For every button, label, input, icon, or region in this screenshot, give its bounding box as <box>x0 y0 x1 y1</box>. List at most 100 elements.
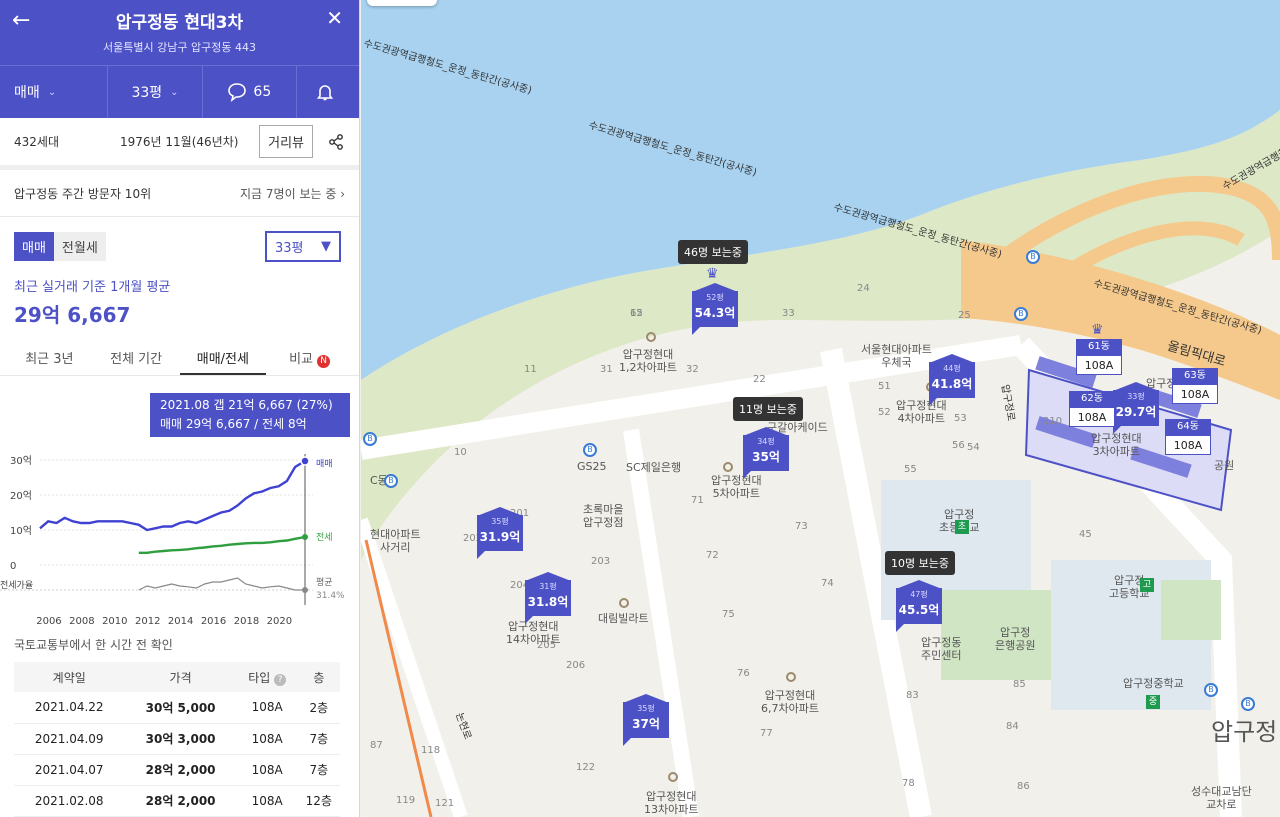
price-pin[interactable]: 47평 45.5억 <box>896 580 942 632</box>
block-number: 78 <box>902 778 915 789</box>
table-header-row: 계약일 가격 타입 ? 층 <box>14 662 340 692</box>
dong-label[interactable]: 63동 108A <box>1172 368 1218 404</box>
place-label: 대림빌라트 <box>598 612 649 625</box>
table-row: 2021.04.09 30억 3,000 108A 7층 <box>14 723 340 755</box>
row-date: 2021.04.07 <box>14 754 125 786</box>
pin-price: 29.7억 <box>1115 405 1157 419</box>
bus-stop-icon[interactable]: B <box>1026 250 1040 264</box>
block-number: 121 <box>435 798 455 809</box>
block-number: 86 <box>1017 781 1030 792</box>
size-select[interactable]: 33평 ⌄ <box>108 66 203 118</box>
block-number: 53 <box>954 413 967 424</box>
place-label: 압구정 은행공원 <box>995 626 1036 652</box>
pin-body: 34평 35억 <box>743 435 789 471</box>
price-pin-selected[interactable]: 33평 29.7억 <box>1113 382 1159 434</box>
row-price: 30억 5,000 <box>124 692 237 724</box>
school-flag-icon[interactable]: 중 <box>1146 695 1160 709</box>
block-number: 210 <box>1043 416 1063 427</box>
map-canvas[interactable]: 수도권광역급행철도_운정_동탄간(공사중) 수도권광역급행철도_운정_동탄간(공… <box>361 0 1280 817</box>
now-viewing-link[interactable]: 지금 7명이 보는 중 › <box>240 185 345 202</box>
tab-all-period[interactable]: 전체 기간 <box>93 342 180 375</box>
pin-size: 44평 <box>943 364 961 373</box>
notification-button[interactable] <box>297 66 359 118</box>
dong-label[interactable]: 62동 108A <box>1069 391 1115 427</box>
tooltip-line1: 2021.08 갭 21억 6,667 (27%) <box>160 398 333 412</box>
block-number: 77 <box>760 728 773 739</box>
pin-tail <box>692 327 700 335</box>
option-bar: 매매 ⌄ 33평 ⌄ 65 <box>0 65 359 118</box>
bus-stop-icon[interactable]: B <box>1014 307 1028 321</box>
block-number: 45 <box>1079 529 1092 540</box>
tab-recent-3y[interactable]: 최근 3년 <box>6 342 93 375</box>
chevron-down-icon: ⌄ <box>47 86 57 98</box>
price-pin[interactable]: 44평 41.8억 <box>929 354 975 406</box>
share-icon[interactable] <box>327 133 345 151</box>
price-pin[interactable]: 35평 37억 <box>623 694 669 746</box>
chart-label-ratio-value: 31.4% <box>316 591 345 601</box>
ratio-series-line <box>138 577 305 591</box>
block-number: 65 <box>630 308 643 319</box>
trade-controls: 매매 전월세 33평 ▼ <box>0 217 359 262</box>
bus-stop-icon[interactable]: B <box>384 474 398 488</box>
back-arrow-icon[interactable]: ← <box>12 8 30 33</box>
bus-stop-icon[interactable]: B <box>583 443 597 457</box>
row-type: 108A <box>236 785 298 817</box>
close-icon[interactable]: ✕ <box>326 6 343 30</box>
speech-bubble-icon <box>228 83 247 102</box>
row-type: 108A <box>236 754 298 786</box>
bus-stop-icon[interactable]: B <box>363 432 377 446</box>
block-number: 75 <box>722 609 735 620</box>
dong-name: 64동 <box>1165 419 1211 435</box>
deal-type-label: 매매 <box>14 85 40 101</box>
pin-price: 35억 <box>752 450 780 464</box>
viewer-count-bubble[interactable]: 11명 보는중 <box>733 397 803 421</box>
dong-label[interactable]: 64동 108A <box>1165 419 1211 455</box>
place-label: 압구정현대 6,7차아파트 <box>761 689 819 715</box>
comments-button[interactable]: 65 <box>203 66 297 118</box>
map-top-button[interactable] <box>367 0 437 6</box>
block-number: 87 <box>370 740 383 751</box>
bus-stop-icon[interactable]: B <box>1204 683 1218 697</box>
chart-x-tick: 2020 <box>267 616 292 627</box>
caret-down-icon: ▼ <box>321 239 331 254</box>
place-label: 압구정현대 3차아파트 <box>1091 432 1142 458</box>
col-type: 타입 ? <box>236 662 298 692</box>
price-pin[interactable]: 31평 31.8억 <box>525 572 571 624</box>
price-pin[interactable]: 52평 54.3억 <box>692 283 738 335</box>
segment-sale[interactable]: 매매 <box>14 232 54 261</box>
dong-type: 108A <box>1165 435 1211 455</box>
table-row: 2021.04.22 30억 5,000 108A 2층 <box>14 692 340 724</box>
school-flag-icon[interactable]: 초 <box>955 520 969 534</box>
tab-compare-label: 비교 <box>289 352 314 367</box>
price-pin[interactable]: 34평 35억 <box>743 427 789 479</box>
street-view-button[interactable]: 거리뷰 <box>259 125 313 158</box>
viewer-count-bubble[interactable]: 46명 보는중 <box>678 240 748 264</box>
price-pin[interactable]: 35평 31.9억 <box>477 507 523 559</box>
bus-stop-icon[interactable]: B <box>1241 697 1255 711</box>
panel-header: ← 압구정동 현대3차 서울특별시 강남구 압구정동 443 ✕ <box>0 0 359 65</box>
trade-size-label: 33평 <box>275 241 304 256</box>
trade-size-select[interactable]: 33평 ▼ <box>265 231 341 262</box>
transaction-table: 계약일 가격 타입 ? 층 2021.04.22 30억 5,000 108A 2층 … <box>14 662 340 817</box>
deal-type-select[interactable]: 매매 ⌄ <box>0 66 109 118</box>
pin-body: 33평 29.7억 <box>1113 390 1159 426</box>
row-price: 28억 2,000 <box>124 785 237 817</box>
block-number: 11 <box>524 364 537 375</box>
segment-rent[interactable]: 전월세 <box>54 232 106 261</box>
viewer-count-bubble[interactable]: 10명 보는중 <box>885 551 955 575</box>
place-label: 압구정동 주민센터 <box>921 636 962 662</box>
tab-compare[interactable]: 비교 N <box>266 342 353 375</box>
dong-label[interactable]: 61동 108A <box>1076 339 1122 375</box>
tab-sale-jeonse[interactable]: 매매/전세 <box>179 342 267 375</box>
apartment-poi-icon <box>668 772 678 782</box>
apartment-poi-icon <box>646 332 656 342</box>
pin-body: 44평 41.8억 <box>929 362 975 398</box>
visitor-rank-row[interactable]: 압구정동 주간 방문자 10위 지금 7명이 보는 중 › <box>0 170 359 217</box>
help-icon[interactable]: ? <box>274 673 287 686</box>
apartment-detail-panel: ← 압구정동 현대3차 서울특별시 강남구 압구정동 443 ✕ 매매 ⌄ 33… <box>0 0 360 817</box>
block-number: 25 <box>958 310 971 321</box>
chart-tooltip: 2021.08 갭 21억 6,667 (27%) 매매 29억 6,667 /… <box>150 393 350 437</box>
row-floor: 7층 <box>297 754 340 786</box>
school-flag-icon[interactable]: 고 <box>1140 578 1154 592</box>
pin-price: 41.8억 <box>931 377 973 391</box>
